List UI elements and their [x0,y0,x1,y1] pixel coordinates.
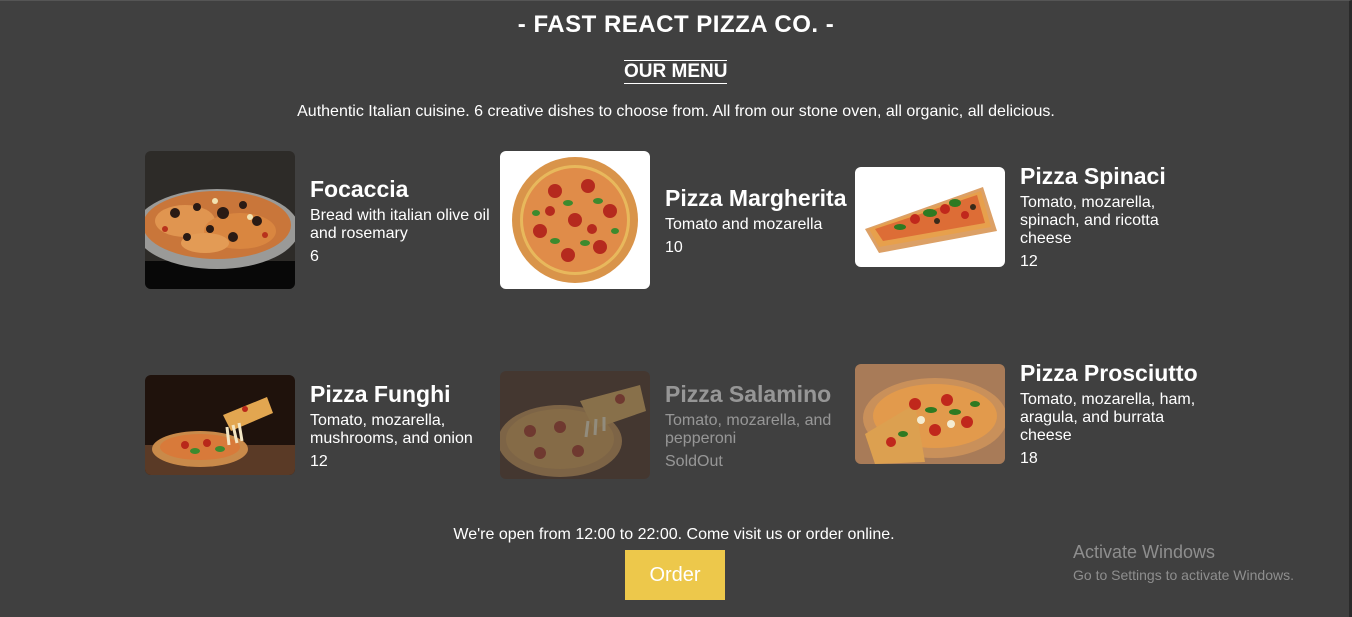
pizza-item-salamino: Pizza Salamino Tomato, mozarella, and pe… [500,371,855,479]
pizza-ingredients: Tomato, mozarella, ham, aragula, and bur… [1020,391,1196,444]
pizza-ingredients: Tomato, mozarella, spinach, and ricotta … [1020,194,1159,247]
pizza-price: 12 [1020,253,1038,270]
pizza-price: 12 [310,452,328,470]
pizza-ingredients: Bread with italian olive oil and rosemar… [310,206,490,242]
focaccia-photo [145,151,295,289]
pizza-price: 6 [310,247,319,265]
spinaci-photo [855,166,1005,267]
pizza-item-prosciutto: Pizza Prosciutto Tomato, mozarella, ham,… [855,359,1210,468]
prosciutto-photo [855,363,1005,464]
salamino-photo [500,371,650,479]
margherita-photo [500,151,650,289]
page: - FAST REACT PIZZA CO. - OUR MENU Authen… [0,0,1352,617]
watermark-subtitle: Go to Settings to activate Windows. [1073,567,1294,583]
pizza-item-funghi: Pizza Funghi Tomato, mozarella, mushroom… [145,375,500,475]
pizza-name: Pizza Prosciutto [1020,360,1198,386]
order-button[interactable]: Order [625,550,725,600]
pizza-item-margherita: Pizza Margherita Tomato and mozarella 10 [500,151,855,289]
pizza-name: Focaccia [310,175,409,202]
watermark-title: Activate Windows [1073,542,1216,562]
pizza-name: Pizza Funghi [310,380,451,407]
pizza-name: Pizza Salamino [665,380,832,407]
pizza-item-spinaci: Pizza Spinaci Tomato, mozarella, spinach… [855,162,1210,271]
pizza-ingredients: Tomato and mozarella [665,215,823,233]
pizza-item-focaccia: Focaccia Bread with italian olive oil an… [145,151,500,289]
activate-windows-watermark: Activate Windows Go to Settings to activ… [1073,542,1294,583]
menu-intro: Authentic Italian cuisine. 6 creative di… [297,103,1055,120]
pizza-price: 10 [665,238,683,256]
menu-title: OUR MENU [624,60,728,84]
pizza-name: Pizza Spinaci [1020,163,1166,189]
pizza-name: Pizza Margherita [665,184,847,211]
pizza-price: 18 [1020,450,1038,467]
funghi-photo [145,375,295,475]
pizza-ingredients: Tomato, mozarella, mushrooms, and onion [310,411,473,447]
page-title: - FAST REACT PIZZA CO. - [517,11,835,38]
pizza-price: SoldOut [665,452,723,470]
pizza-ingredients: Tomato, mozarella, and pepperoni [665,411,832,447]
